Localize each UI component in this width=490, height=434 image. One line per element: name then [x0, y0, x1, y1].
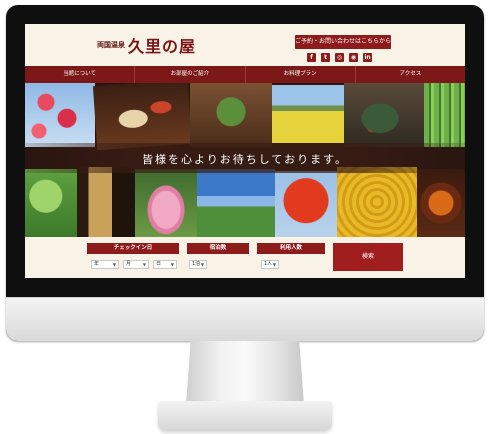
- guests-value: 1人: [264, 261, 273, 267]
- site-header: 両国温泉 久里の屋 ご予約・お問い合わせはこちらから f t ◎ ◉ in: [25, 24, 465, 66]
- year-value: 年: [94, 261, 100, 267]
- guests-select[interactable]: 1人 ▼: [261, 260, 279, 269]
- month-value: 月: [126, 261, 132, 267]
- monitor-stand-base: [158, 401, 332, 431]
- nav-item-about[interactable]: 当館について: [25, 66, 136, 83]
- instagram-icon[interactable]: ◎: [335, 53, 344, 62]
- lotus-photo: [135, 169, 197, 237]
- plum-blossom-photo: [25, 83, 95, 147]
- green-maple-photo: [25, 169, 77, 237]
- month-select[interactable]: 月 ▼: [123, 260, 149, 269]
- day-value: 日: [156, 261, 162, 267]
- nights-label: 宿泊数: [187, 243, 249, 254]
- chevron-down-icon: ▼: [170, 262, 174, 267]
- search-button[interactable]: 検索: [333, 243, 403, 271]
- twitter-icon[interactable]: t: [321, 53, 330, 62]
- facebook-icon[interactable]: f: [307, 53, 316, 62]
- chevron-down-icon: ▼: [112, 262, 116, 267]
- nights-value: 1泊: [192, 261, 201, 267]
- guests-label: 利用人数: [257, 243, 325, 254]
- day-select[interactable]: 日 ▼: [153, 260, 177, 269]
- chevron-down-icon: ▼: [200, 262, 204, 267]
- ginkgo-photo: [337, 167, 417, 237]
- monitor-stand: [186, 341, 304, 405]
- linkedin-icon[interactable]: in: [363, 53, 372, 62]
- main-nav: 当館について お部屋のご紹介 お料理プラン アクセス: [25, 66, 465, 83]
- reservation-button[interactable]: ご予約・お問い合わせはこちらから: [295, 35, 391, 49]
- hero-collage: 皆様を心よりお待ちしております。: [25, 83, 465, 237]
- logo-title[interactable]: 久里の屋: [128, 33, 196, 57]
- autumn-dish-photo: [417, 169, 465, 237]
- autumn-tree-photo: [275, 171, 337, 237]
- nights-select[interactable]: 1泊 ▼: [189, 260, 207, 269]
- booking-bar: チェックイン日 宿泊数 利用人数 年 ▼ 月 ▼ 日 ▼ 1泊 ▼ 1人 ▼ 検索: [25, 237, 465, 278]
- garden-pond-photo: [344, 83, 424, 147]
- nav-item-cuisine[interactable]: お料理プラン: [246, 66, 356, 83]
- japanese-room-photo: [77, 167, 135, 237]
- hero-tagline: 皆様を心よりお待ちしております。: [141, 153, 349, 166]
- sky-field-photo: [197, 169, 275, 237]
- sashimi-photo: [92, 83, 193, 151]
- social-links: f t ◎ ◉ in: [307, 53, 372, 62]
- year-select[interactable]: 年 ▼: [91, 260, 119, 269]
- bonsai-photo: [190, 83, 272, 147]
- nav-item-access[interactable]: アクセス: [356, 66, 465, 83]
- rapeseed-field-photo: [272, 85, 344, 143]
- logo-subtitle: 両国温泉: [97, 40, 125, 49]
- checkin-label: チェックイン日: [87, 243, 179, 254]
- nav-item-rooms[interactable]: お部屋のご紹介: [135, 66, 246, 83]
- monitor-chin: [6, 297, 484, 341]
- chevron-down-icon: ▼: [272, 262, 276, 267]
- website-screen: 両国温泉 久里の屋 ご予約・お問い合わせはこちらから f t ◎ ◉ in 当館…: [25, 24, 465, 278]
- line-icon[interactable]: ◉: [349, 53, 358, 62]
- bamboo-photo: [424, 83, 465, 147]
- chevron-down-icon: ▼: [142, 262, 146, 267]
